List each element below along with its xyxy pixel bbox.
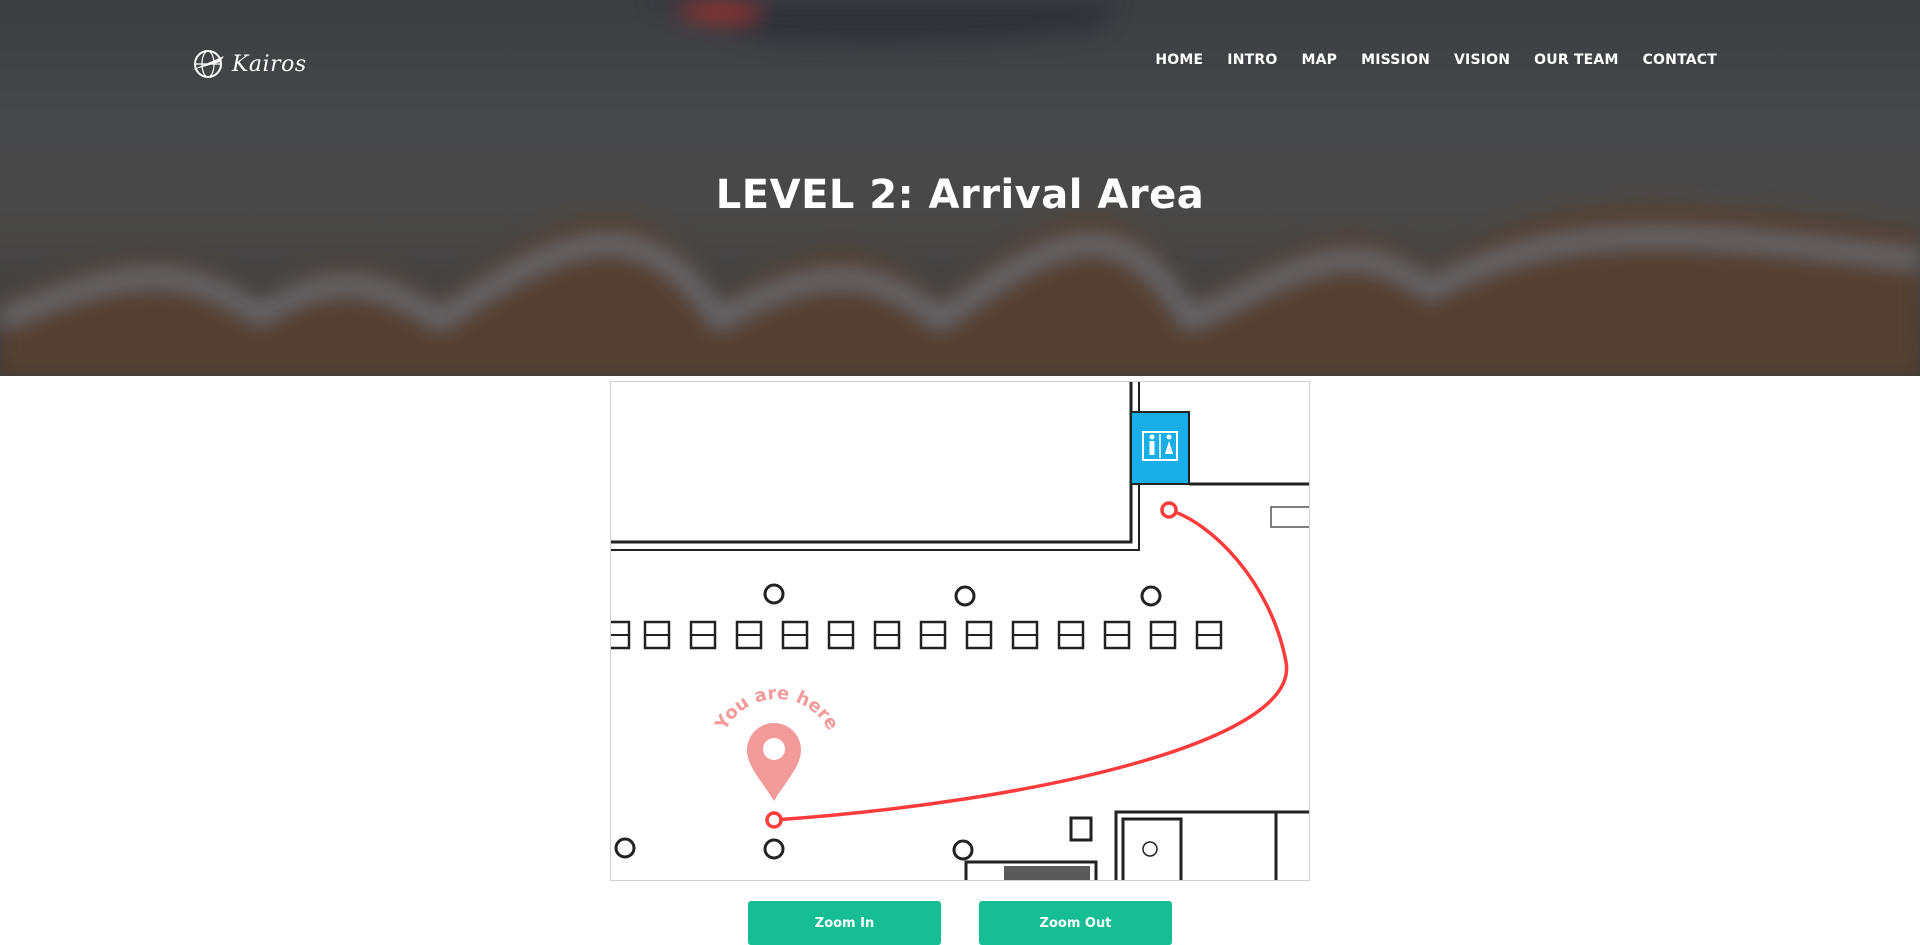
- floor-map-drawing: You are here: [611, 382, 1309, 880]
- counter: [1270, 506, 1309, 528]
- brand-logo[interactable]: Kairos: [190, 42, 320, 86]
- nav-item-home[interactable]: HOME: [1155, 52, 1203, 68]
- wall: [611, 382, 1133, 544]
- page-title: LEVEL 2: Arrival Area: [715, 172, 1205, 218]
- route-start: [765, 811, 783, 829]
- nav-item-vision[interactable]: VISION: [1454, 52, 1510, 68]
- zoom-out-button[interactable]: Zoom Out: [979, 901, 1172, 945]
- nav-item-our-team[interactable]: OUR TEAM: [1534, 52, 1618, 68]
- globe-airplane-icon: [192, 50, 224, 78]
- wall: [611, 382, 1140, 551]
- brand-name: Kairos: [232, 51, 307, 77]
- zoom-in-button[interactable]: Zoom In: [748, 901, 941, 945]
- route-end: [1160, 501, 1178, 519]
- floor-map[interactable]: You are here: [610, 381, 1310, 881]
- location-pin-icon: [747, 723, 801, 801]
- route-path: [773, 508, 1289, 822]
- nav-item-map[interactable]: MAP: [1301, 52, 1337, 68]
- nav-item-intro[interactable]: INTRO: [1227, 52, 1277, 68]
- escalator: [1004, 866, 1090, 880]
- nav-item-contact[interactable]: CONTACT: [1643, 52, 1717, 68]
- hero-header: Kairos HOME INTRO MAP MISSION VISION OUR…: [0, 0, 1920, 376]
- nav-item-mission[interactable]: MISSION: [1361, 52, 1430, 68]
- main-nav: HOME INTRO MAP MISSION VISION OUR TEAM C…: [1155, 52, 1717, 68]
